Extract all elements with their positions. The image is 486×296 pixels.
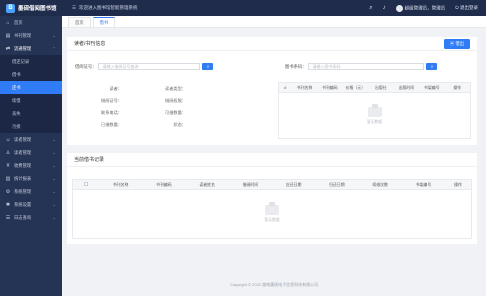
lend-icon: ▣: [449, 40, 455, 46]
logo-icon: B: [6, 3, 15, 13]
chart-icon: ▥: [5, 175, 11, 182]
top-right-tools: ⌕ ♪ 超级管理员，管理员 ⏻ 退出登录: [369, 4, 486, 12]
sidebar-item-home[interactable]: ⌂ 首页: [0, 16, 62, 29]
reader-search-row: 借阅证号： 请输入借阅证号查询 ⌕: [75, 63, 214, 70]
search-icon[interactable]: ⌕: [369, 5, 372, 12]
log-icon: ☰: [5, 214, 11, 221]
bell-icon[interactable]: ♪: [383, 5, 386, 11]
reader-search-button[interactable]: ⌕: [202, 63, 214, 70]
sidebar-subitem-lost[interactable]: 丢失: [0, 107, 62, 120]
footer: Copyright © 2022 湖南墨砚电子信息科技有限公司: [229, 282, 319, 287]
sidebar-item-system[interactable]: ⚙ 系统管理 ⌄: [0, 185, 62, 198]
reader-search-input[interactable]: 请输入借阅证号查询: [98, 63, 201, 70]
logo-text: 墨砚借阅图书馆: [18, 6, 57, 12]
lend-button[interactable]: ▣ 借出: [443, 38, 470, 49]
sidebar-item-reader-2[interactable]: ♙ 读者管理 ⌄: [0, 146, 62, 159]
chevron-up-icon: ⌃: [52, 46, 56, 51]
system-title: ☰ 欢迎进入图书馆智能管理系统: [72, 5, 138, 11]
book-field-label: 图书条码：: [285, 63, 307, 69]
menu-toggle-icon[interactable]: ☰: [72, 5, 76, 11]
book-barcode-input[interactable]: 请输入图书条码: [308, 63, 425, 70]
sidebar-subitem-borrow[interactable]: 借书: [0, 68, 62, 81]
reader-info-left: 读者： 借阅证号： 联系电话： 已借数量：: [101, 86, 122, 127]
book-search-row: 图书条码： 请输入图书条码 ⌕: [285, 63, 438, 70]
sidebar-item-reader[interactable]: ☺ 读者管理 ⌄: [0, 133, 62, 146]
system-title-text: 欢迎进入图书馆智能管理系统: [79, 5, 138, 10]
chevron-down-icon: ⌄: [52, 202, 56, 207]
sidebar-subitem-damaged[interactable]: 污损: [0, 120, 62, 133]
search-icon: ⌕: [430, 64, 434, 69]
select-all-checkbox[interactable]: [83, 182, 88, 186]
settings-icon: ✱: [5, 201, 11, 208]
sidebar: ⌂ 首页 ▤ 书刊管理 ⌄ ⇄ 流通管理 ⌃ 借还记录 借书 还书 续借 丢失 …: [0, 16, 62, 296]
sidebar-subitem-return[interactable]: 还书: [0, 81, 62, 94]
chevron-down-icon: ⌄: [52, 189, 56, 194]
sidebar-item-logs[interactable]: ☰ 日志查询 ⌄: [0, 211, 62, 224]
chevron-down-icon: ⌄: [52, 33, 56, 38]
sidebar-item-settings[interactable]: ✱ 系统设置 ⌄: [0, 198, 62, 211]
record-table-empty: 暂无数据: [72, 190, 472, 239]
borrow-panel-header: 读者/书刊信息 ▣ 借出: [67, 37, 477, 51]
book-search-button[interactable]: ⌕: [426, 63, 438, 70]
top-bar: B 墨砚借阅图书馆 ☰ 欢迎进入图书馆智能管理系统 ⌕ ♪ 超级管理员，管理员 …: [0, 0, 486, 16]
logout-icon: ⏻: [455, 5, 459, 10]
record-panel-header: 当前借书记录: [67, 153, 477, 167]
tab-home[interactable]: 首页: [68, 17, 91, 27]
sidebar-subitem-renew[interactable]: 续借: [0, 94, 62, 107]
logo: B 墨砚借阅图书馆: [0, 3, 62, 13]
sidebar-item-circulation[interactable]: ⇄ 流通管理 ⌃: [0, 42, 62, 55]
chevron-down-icon: ⌄: [52, 137, 56, 142]
empty-box-icon: [367, 103, 382, 117]
chevron-down-icon: ⌄: [52, 176, 56, 181]
record-table-header: 书刊名称 书刊编码 读者姓名 借阅时间 应还日期 归还日期 续借次数 书架编号 …: [72, 179, 472, 190]
panel-title: 读者/书刊信息: [74, 41, 106, 47]
sidebar-subitem-records[interactable]: 借还记录: [0, 55, 62, 68]
tab-borrow[interactable]: 借书: [92, 17, 116, 27]
reader-field-label: 借阅证号：: [75, 63, 97, 69]
sidebar-item-fee[interactable]: ¥ 收费管理 ⌄: [0, 159, 62, 172]
logout-button[interactable]: ⏻ 退出登录: [455, 5, 478, 11]
chevron-down-icon: ⌄: [52, 150, 56, 155]
book-table-empty: 暂无数据: [278, 93, 471, 139]
sidebar-submenu: 借还记录 借书 还书 续借 丢失 污损: [0, 55, 62, 133]
chevron-down-icon: ⌄: [52, 163, 56, 168]
fee-icon: ¥: [6, 162, 10, 169]
sidebar-item-books[interactable]: ▤ 书刊管理 ⌄: [0, 29, 62, 42]
user-menu[interactable]: 超级管理员，管理员: [395, 4, 445, 12]
reader-icon: ☺: [5, 136, 11, 143]
sidebar-item-stats[interactable]: ▥ 统计报表 ⌄: [0, 172, 62, 185]
search-icon: ⌕: [206, 64, 210, 69]
book-icon: ▤: [5, 32, 11, 39]
home-icon: ⌂: [6, 19, 10, 26]
user-icon: ♙: [5, 149, 11, 156]
circulation-icon: ⇄: [5, 45, 11, 52]
gear-icon: ⚙: [5, 188, 11, 195]
tab-bar: 首页 借书: [62, 16, 486, 28]
panel-title: 当前借书记录: [74, 157, 105, 163]
avatar: [395, 4, 403, 12]
chevron-down-icon: ⌄: [52, 215, 56, 220]
reader-info-right: 读者类型： 借阅权限： 可借数量： 状态：: [165, 86, 186, 127]
book-table-header: # 书刊名称 书刊编码 价格（元） 出版社 出版时间 书架编号 操作: [278, 82, 471, 93]
empty-box-icon: [265, 202, 279, 215]
